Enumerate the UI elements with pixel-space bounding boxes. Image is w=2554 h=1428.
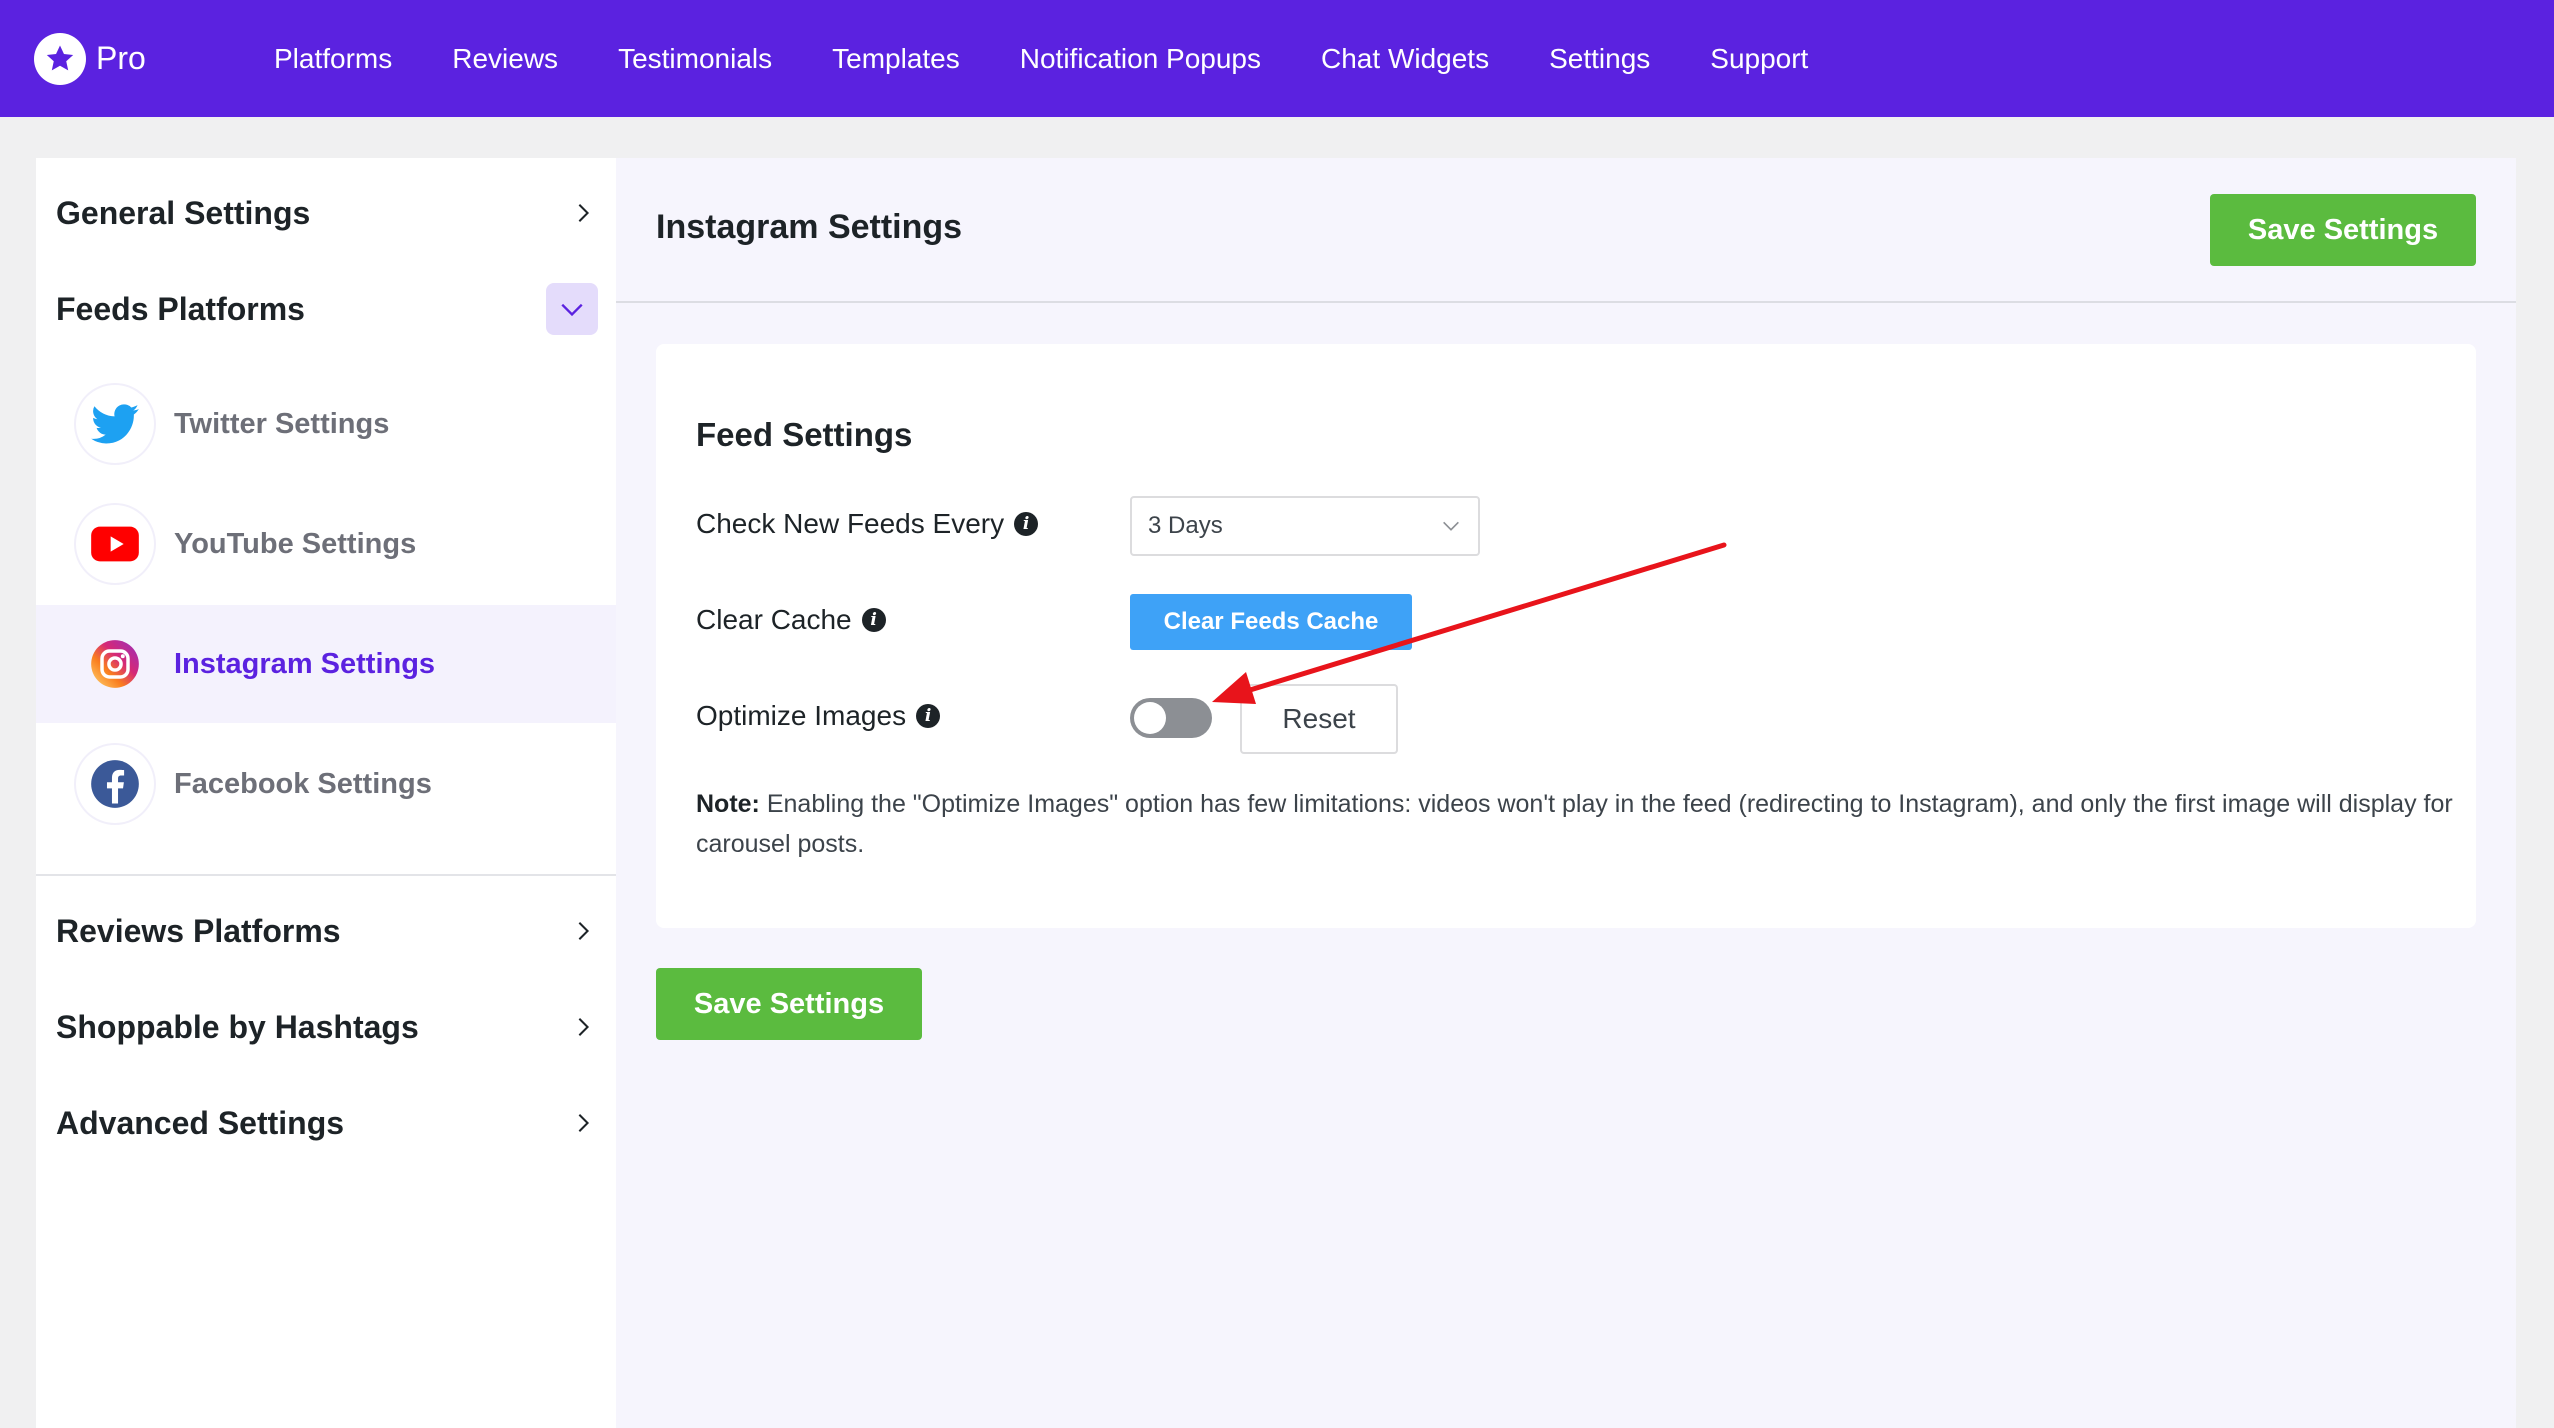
info-icon[interactable]: i (861, 608, 886, 632)
sidebar-group-label: Advanced Settings (56, 1104, 345, 1141)
optimize-images-row-label: Optimize Images i (696, 700, 941, 732)
main-nav: Platforms Reviews Testimonials Templates… (274, 43, 1868, 75)
sidebar-shoppable-hashtags[interactable]: Shoppable by Hashtags (36, 992, 616, 1062)
nav-platforms[interactable]: Platforms (274, 43, 392, 75)
page-title: Instagram Settings (656, 208, 963, 246)
sidebar-item-instagram[interactable]: Instagram Settings (36, 605, 616, 723)
optimize-images-label: Optimize Images (696, 700, 907, 731)
save-settings-button-bottom[interactable]: Save Settings (656, 968, 922, 1040)
sidebar-item-facebook[interactable]: Facebook Settings (36, 725, 616, 843)
sidebar-general-settings[interactable]: General Settings (36, 178, 616, 248)
nav-reviews[interactable]: Reviews (452, 43, 558, 75)
nav-testimonials[interactable]: Testimonials (618, 43, 772, 75)
youtube-icon (76, 505, 154, 583)
save-settings-button-top[interactable]: Save Settings (2210, 194, 2476, 266)
toggle-knob (1134, 702, 1166, 734)
chevron-right-icon (568, 1012, 598, 1042)
note-text: Enabling the "Optimize Images" option ha… (696, 790, 2453, 858)
chevron-right-icon (568, 1108, 598, 1138)
brand[interactable]: Pro (34, 32, 274, 85)
check-feeds-row-label: Check New Feeds Every i (696, 508, 1039, 540)
card-title: Feed Settings (696, 416, 913, 453)
clear-feeds-cache-button[interactable]: Clear Feeds Cache (1130, 594, 1412, 650)
instagram-icon (76, 625, 154, 703)
facebook-icon (76, 745, 154, 823)
chevron-down-icon[interactable] (546, 283, 598, 335)
sidebar-item-label: Twitter Settings (174, 407, 390, 440)
sidebar-item-twitter[interactable]: Twitter Settings (36, 365, 616, 483)
optimize-images-note: Note: Enabling the "Optimize Images" opt… (696, 784, 2456, 864)
sidebar-feeds-platforms[interactable]: Feeds Platforms (36, 274, 616, 344)
main-header: Instagram Settings Save Settings (616, 158, 2516, 303)
check-feeds-selected-value: 3 Days (1148, 512, 1223, 539)
sidebar-group-label: Feeds Platforms (56, 290, 305, 327)
twitter-icon (76, 385, 154, 463)
sidebar-group-label: Reviews Platforms (56, 912, 341, 949)
reset-button[interactable]: Reset (1240, 684, 1398, 754)
sidebar-item-label: YouTube Settings (174, 527, 417, 560)
sidebar-item-label: Facebook Settings (174, 767, 432, 800)
brand-name: Pro (96, 40, 146, 76)
sidebar-group-label: Shoppable by Hashtags (56, 1008, 419, 1045)
chevron-right-icon (568, 198, 598, 228)
chevron-down-icon (1443, 521, 1459, 531)
sidebar-group-label: General Settings (56, 194, 311, 231)
note-prefix: Note: (696, 790, 760, 818)
feed-settings-card: Feed Settings Check New Feeds Every i 3 … (656, 344, 2476, 928)
sidebar-advanced-settings[interactable]: Advanced Settings (36, 1088, 616, 1158)
main-content: Instagram Settings Save Settings Feed Se… (616, 158, 2516, 1428)
check-feeds-select[interactable]: 3 Days (1130, 496, 1480, 556)
info-icon[interactable]: i (1014, 512, 1039, 536)
sidebar-reviews-platforms[interactable]: Reviews Platforms (36, 896, 616, 966)
clear-cache-label: Clear Cache (696, 604, 852, 635)
sidebar-item-label: Instagram Settings (174, 647, 436, 680)
nav-notification-popups[interactable]: Notification Popups (1020, 43, 1261, 75)
brand-star-icon (34, 32, 86, 85)
sidebar-divider (36, 874, 616, 876)
nav-settings[interactable]: Settings (1549, 43, 1650, 75)
nav-chat-widgets[interactable]: Chat Widgets (1321, 43, 1489, 75)
sidebar-item-youtube[interactable]: YouTube Settings (36, 485, 616, 603)
nav-support[interactable]: Support (1710, 43, 1808, 75)
optimize-images-toggle[interactable] (1130, 698, 1212, 738)
clear-cache-row-label: Clear Cache i (696, 604, 886, 636)
info-icon[interactable]: i (916, 704, 941, 728)
top-nav-bar: Pro Platforms Reviews Testimonials Templ… (0, 0, 2554, 117)
nav-templates[interactable]: Templates (832, 43, 960, 75)
check-feeds-label: Check New Feeds Every (696, 508, 1005, 539)
chevron-right-icon (568, 916, 598, 946)
settings-sidebar: General Settings Feeds Platforms Twitter… (36, 158, 616, 1428)
